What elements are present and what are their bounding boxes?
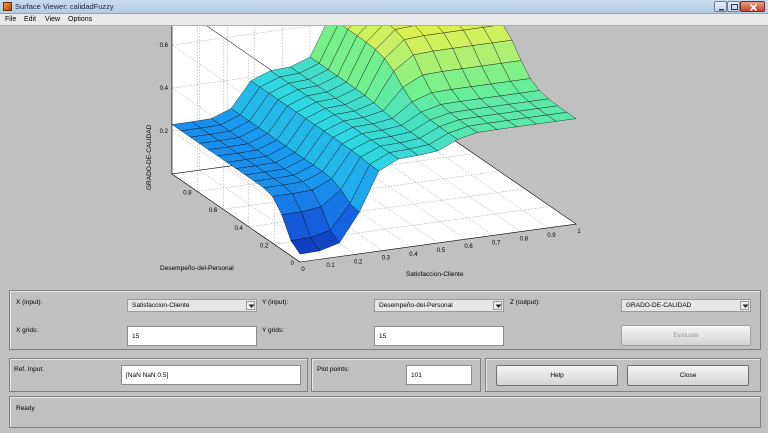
z-output-label: Z (output): xyxy=(510,299,540,306)
x-tick-label: 0.9 xyxy=(547,233,556,239)
z-tick-label: 0.6 xyxy=(160,43,169,49)
x-tick-label: 0 xyxy=(301,267,305,273)
plot-points-field[interactable]: 101 xyxy=(406,365,472,385)
close-window-button[interactable] xyxy=(740,1,765,12)
x-tick-label: 0.3 xyxy=(382,256,391,262)
z-axis-label: GRADO-DE-CALIDAD xyxy=(146,124,153,190)
menu-file[interactable]: File xyxy=(5,16,16,23)
menu-bar: File Edit View Options xyxy=(0,14,768,26)
x-grids-field[interactable]: 15 xyxy=(127,326,257,346)
close-button[interactable]: Close xyxy=(627,365,749,386)
maximize-button[interactable] xyxy=(727,1,740,12)
y-input-select[interactable]: Desempeño-del-Personal xyxy=(374,299,504,312)
ref-input-panel: Ref. Input: [NaN NaN 0.5] xyxy=(9,358,308,392)
z-output-value: GRADO-DE-CALIDAD xyxy=(626,302,692,309)
y-grids-field[interactable]: 15 xyxy=(374,326,504,346)
title-bar: Surface Viewer: calidadFuzzy xyxy=(0,0,768,14)
menu-edit[interactable]: Edit xyxy=(24,16,36,23)
y-tick-label: 0 xyxy=(291,261,295,267)
x-input-label: X (input): xyxy=(16,299,43,306)
y-input-value: Desempeño-del-Personal xyxy=(379,302,453,309)
plot-points-label: Plot points: xyxy=(317,366,350,373)
x-tick-label: 0.6 xyxy=(464,244,473,250)
plot-points-panel: Plot points: 101 xyxy=(311,358,481,392)
y-input-label: Y (input): xyxy=(262,299,289,306)
y-tick-label: 0.4 xyxy=(234,226,243,232)
chevron-down-icon xyxy=(740,301,749,310)
menu-view[interactable]: View xyxy=(45,16,60,23)
evaluate-button[interactable]: Evaluate xyxy=(621,325,751,346)
status-panel: Ready xyxy=(9,396,761,428)
minimize-button[interactable] xyxy=(714,1,727,12)
menu-options[interactable]: Options xyxy=(68,16,92,23)
x-tick-label: 0.4 xyxy=(409,252,418,258)
action-button-panel: Help Close xyxy=(485,358,761,392)
y-tick-label: 0.6 xyxy=(209,208,218,214)
x-tick-label: 1 xyxy=(577,229,581,235)
variable-selector-panel: X (input): Satisfaccion-Cliente Y (input… xyxy=(9,290,761,350)
ref-input-field[interactable]: [NaN NaN 0.5] xyxy=(121,365,301,385)
window-title: Surface Viewer: calidadFuzzy xyxy=(15,2,114,11)
surface-plot[interactable]: 0 0.1 0.2 0.3 0.4 0.5 0.6 0.7 0.8 0.9 1 0 0.2 0.4 0.6 0… xyxy=(0,26,768,285)
x-tick-label: 0.7 xyxy=(492,240,501,246)
x-tick-label: 0.2 xyxy=(354,259,363,265)
y-tick-label: 0.8 xyxy=(183,191,192,197)
z-tick-label: 0.4 xyxy=(160,86,169,92)
y-grids-label: Y grids: xyxy=(262,327,284,334)
x-input-value: Satisfaccion-Cliente xyxy=(132,302,190,309)
x-grids-label: X grids: xyxy=(16,327,39,334)
chevron-down-icon xyxy=(246,301,255,310)
x-tick-label: 0.8 xyxy=(520,237,529,243)
ref-input-label: Ref. Input: xyxy=(14,366,44,373)
x-tick-label: 0.1 xyxy=(326,263,335,269)
close-icon xyxy=(749,3,758,12)
z-tick-label: 0.2 xyxy=(160,129,169,135)
y-tick-label: 0.2 xyxy=(260,243,269,249)
x-axis-label: Satisfaccion-Cliente xyxy=(406,271,464,278)
x-tick-label: 0.5 xyxy=(437,248,446,254)
z-output-select[interactable]: GRADO-DE-CALIDAD xyxy=(621,299,751,312)
surface-viewer-window: Surface Viewer: calidadFuzzy File Edit V… xyxy=(0,0,768,433)
x-input-select[interactable]: Satisfaccion-Cliente xyxy=(127,299,257,312)
help-button[interactable]: Help xyxy=(496,365,618,386)
chevron-down-icon xyxy=(493,301,502,310)
y-axis-label: Desempeño-del-Personal xyxy=(160,265,234,272)
matlab-app-icon xyxy=(3,2,12,11)
status-text: Ready xyxy=(16,405,35,412)
